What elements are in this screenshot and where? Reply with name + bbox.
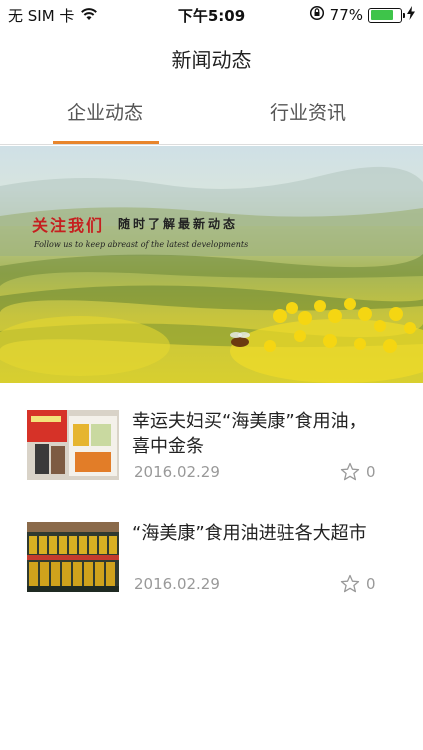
tab-selected-indicator <box>53 141 159 144</box>
favorite-button[interactable]: 0 <box>340 574 376 594</box>
news-thumbnail <box>27 410 119 480</box>
favorite-count: 0 <box>366 575 376 593</box>
banner-title: 关注我们 <box>32 216 105 235</box>
favorite-button[interactable]: 0 <box>340 462 376 482</box>
banner-image[interactable]: 关注我们 随时了解最新动态 Follow us to keep abreast … <box>0 146 423 383</box>
news-list-item[interactable]: “海美康”食用油进驻各大超市 2016.02.29 0 <box>0 516 423 608</box>
status-bar: 无 SIM 卡 下午5:09 77% <box>0 0 423 28</box>
news-title: “海美康”食用油进驻各大超市 <box>132 523 367 544</box>
rotation-lock-icon <box>309 5 325 25</box>
tab-industry-news[interactable]: 行业资讯 <box>256 98 360 144</box>
banner-title-secondary: 随时了解最新动态 <box>118 217 239 231</box>
battery-level <box>370 10 393 20</box>
tab-bar: 企业动态 行业资讯 <box>0 98 423 145</box>
charging-icon <box>407 6 415 24</box>
banner-subtitle: Follow us to keep abreast of the latest … <box>34 240 249 249</box>
star-icon <box>340 574 360 593</box>
bee-illustration <box>230 332 250 347</box>
battery-icon <box>368 7 405 23</box>
status-right: 77% <box>309 5 415 25</box>
news-date: 2016.02.29 <box>134 575 220 593</box>
battery-percent: 77% <box>329 6 363 24</box>
news-list-item[interactable]: 幸运夫妇买“海美康”食用油，喜中金条 2016.02.29 0 <box>0 404 423 496</box>
page-title: 新闻动态 <box>171 48 252 72</box>
rapeseed-field-illustration <box>0 166 423 383</box>
news-thumbnail <box>27 522 119 592</box>
news-title: 幸运夫妇买“海美康”食用油，喜中金条 <box>132 411 367 457</box>
star-icon <box>340 462 360 481</box>
tab-company-news[interactable]: 企业动态 <box>52 98 158 144</box>
news-date: 2016.02.29 <box>134 463 220 481</box>
favorite-count: 0 <box>366 463 376 481</box>
